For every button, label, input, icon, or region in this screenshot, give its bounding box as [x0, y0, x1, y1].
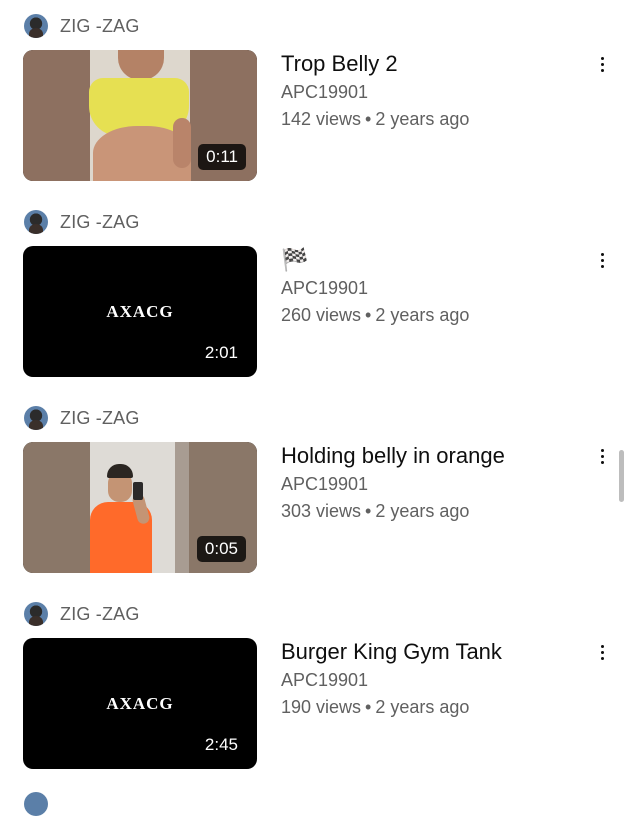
video-title[interactable]: Holding belly in orange — [281, 442, 581, 470]
video-item[interactable]: ZIG -ZAG AXACG 2:45 Burger King Gym Tank… — [0, 588, 628, 784]
channel-name[interactable]: APC19901 — [281, 472, 581, 496]
video-meta: 190 views • 2 years ago — [281, 694, 581, 720]
view-count: 303 views — [281, 501, 362, 521]
video-title[interactable]: 🏁 — [281, 246, 581, 274]
more-options-icon[interactable] — [590, 640, 614, 664]
view-count: 142 views — [281, 109, 362, 129]
uploader-name[interactable]: ZIG -ZAG — [60, 212, 140, 233]
more-options-icon[interactable] — [590, 444, 614, 468]
video-thumbnail[interactable]: 0:11 — [23, 50, 257, 181]
uploader-name[interactable]: ZIG -ZAG — [60, 408, 140, 429]
uploader-row[interactable]: ZIG -ZAG — [24, 406, 140, 430]
video-meta: 303 views • 2 years ago — [281, 498, 581, 524]
upload-age: 2 years ago — [375, 697, 470, 717]
duration-badge: 0:11 — [198, 144, 246, 170]
uploader-name[interactable]: ZIG -ZAG — [60, 604, 140, 625]
view-count: 190 views — [281, 697, 362, 717]
uploader-avatar[interactable] — [24, 602, 48, 626]
channel-name[interactable]: APC19901 — [281, 668, 581, 692]
uploader-row[interactable]: ZIG -ZAG — [24, 602, 140, 626]
separator-dot: • — [365, 305, 372, 325]
uploader-name[interactable]: ZIG -ZAG — [60, 16, 140, 37]
thumbnail-text: AXACG — [106, 693, 174, 713]
view-count: 260 views — [281, 305, 362, 325]
uploader-avatar[interactable] — [24, 210, 48, 234]
duration-badge: 2:45 — [196, 732, 246, 758]
duration-badge: 0:05 — [196, 536, 246, 562]
video-thumbnail[interactable]: AXACG 2:45 — [23, 638, 257, 769]
duration-badge: 2:01 — [196, 340, 246, 366]
separator-dot: • — [365, 109, 372, 129]
video-meta: 260 views • 2 years ago — [281, 302, 581, 328]
video-meta: 142 views • 2 years ago — [281, 106, 581, 132]
separator-dot: • — [365, 501, 372, 521]
video-item[interactable]: ZIG -ZAG 0:05 Holding belly in orange AP… — [0, 392, 628, 588]
uploader-row[interactable]: ZIG -ZAG — [24, 210, 140, 234]
video-title[interactable]: Burger King Gym Tank — [281, 638, 581, 666]
video-item[interactable]: ZIG -ZAG AXACG 2:01 🏁 APC19901 260 views… — [0, 196, 628, 392]
scrollbar[interactable] — [619, 450, 624, 502]
uploader-avatar[interactable] — [24, 792, 48, 816]
video-thumbnail[interactable]: 0:05 — [23, 442, 257, 573]
video-thumbnail[interactable]: AXACG 2:01 — [23, 246, 257, 377]
uploader-row[interactable]: ZIG -ZAG — [24, 14, 140, 38]
thumbnail-text: AXACG — [106, 301, 174, 321]
upload-age: 2 years ago — [375, 109, 470, 129]
uploader-avatar[interactable] — [24, 14, 48, 38]
more-options-icon[interactable] — [590, 248, 614, 272]
more-options-icon[interactable] — [590, 52, 614, 76]
channel-name[interactable]: APC19901 — [281, 276, 581, 300]
channel-name[interactable]: APC19901 — [281, 80, 581, 104]
upload-age: 2 years ago — [375, 305, 470, 325]
upload-age: 2 years ago — [375, 501, 470, 521]
uploader-avatar[interactable] — [24, 406, 48, 430]
video-title[interactable]: Trop Belly 2 — [281, 50, 581, 78]
video-item[interactable]: ZIG -ZAG 0:11 Trop Belly 2 APC19901 142 … — [0, 0, 628, 196]
separator-dot: • — [365, 697, 372, 717]
